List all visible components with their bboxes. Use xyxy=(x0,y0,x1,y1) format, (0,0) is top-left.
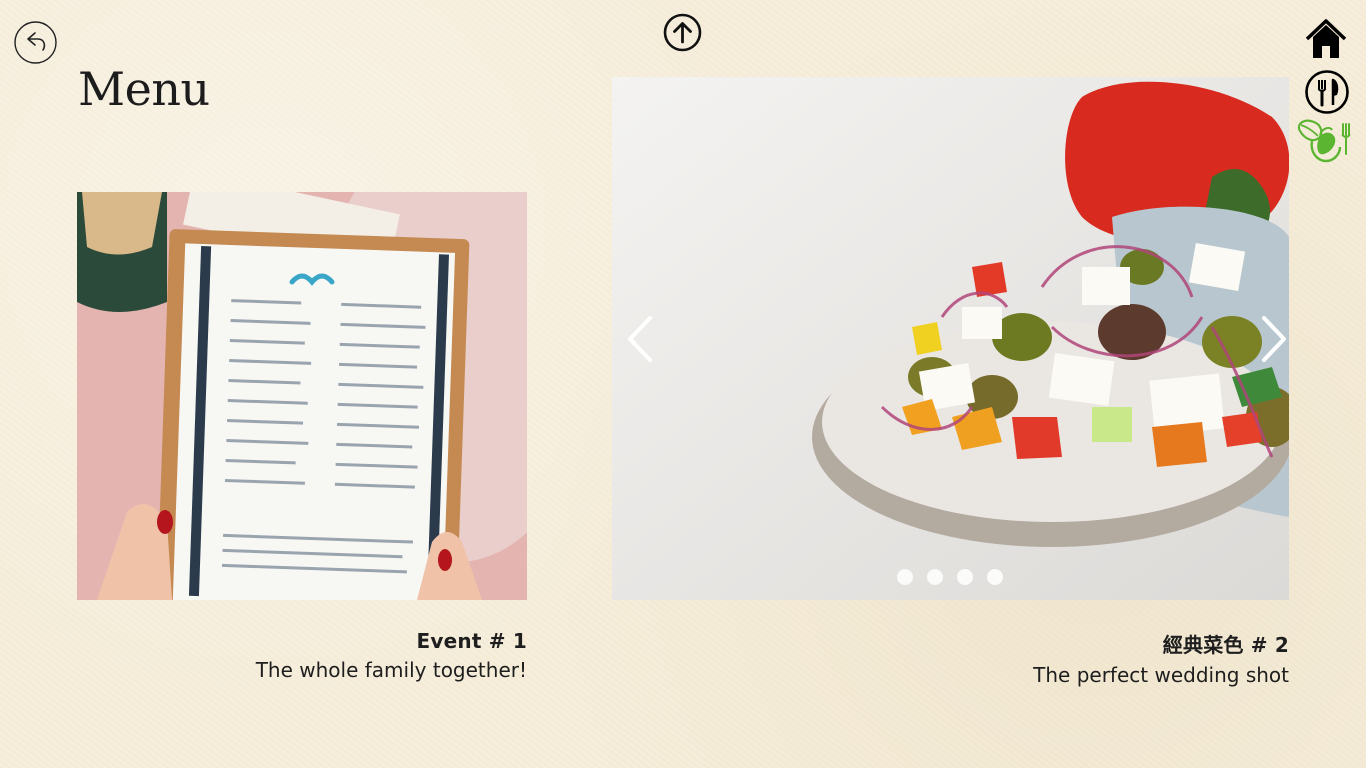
carousel-next-button[interactable] xyxy=(1258,314,1290,364)
carousel-dot-3[interactable] xyxy=(957,569,973,585)
caption-subtitle: The perfect wedding shot xyxy=(1033,663,1289,687)
carousel-dot-2[interactable] xyxy=(927,569,943,585)
gallery-caption-2: 經典菜色 # 2 The perfect wedding shot xyxy=(1033,629,1289,687)
caption-title: 經典菜色 # 2 xyxy=(1162,633,1289,657)
arrow-up-circle-icon[interactable] xyxy=(663,13,702,52)
greek-salad-photo[interactable] xyxy=(612,77,1289,600)
menu-board-image xyxy=(77,192,527,600)
caption-title: Event # 1 xyxy=(416,629,527,653)
carousel-prev-button[interactable] xyxy=(624,314,656,364)
fork-knife-icon[interactable] xyxy=(1304,69,1350,115)
page-title: Menu xyxy=(78,62,210,116)
carousel-dot-4[interactable] xyxy=(987,569,1003,585)
back-arrow-icon[interactable] xyxy=(14,21,57,64)
home-icon[interactable] xyxy=(1305,18,1347,60)
caption-subtitle: The whole family together! xyxy=(255,658,527,682)
greek-salad-image xyxy=(612,77,1289,600)
carousel-dots xyxy=(897,569,1003,585)
leaf-fork-icon[interactable] xyxy=(1294,114,1352,166)
menu-board-photo[interactable] xyxy=(77,192,527,600)
carousel-dot-1[interactable] xyxy=(897,569,913,585)
gallery-caption-1: Event # 1 The whole family together! xyxy=(256,629,527,682)
